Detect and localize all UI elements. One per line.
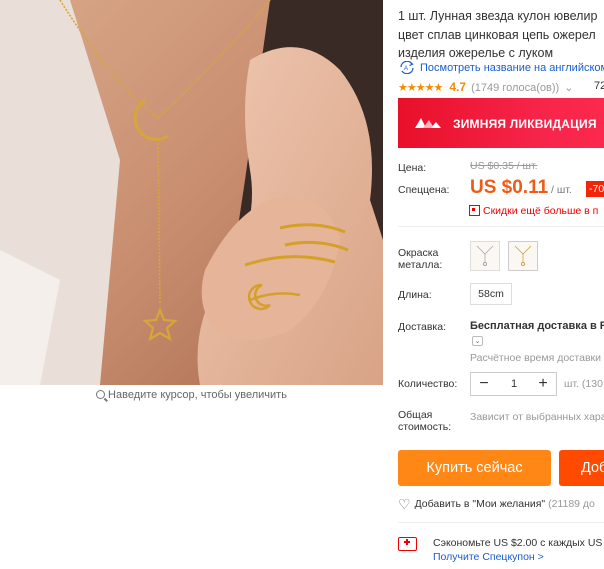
magnifier-icon <box>96 390 106 399</box>
rating-score: 4.7 <box>449 80 467 94</box>
quantity-decrease-button[interactable]: − <box>473 373 495 395</box>
product-image[interactable] <box>0 0 383 385</box>
chevron-down-icon[interactable]: ⌄ <box>472 336 483 346</box>
shipping-method[interactable]: Бесплатная доставка в Ru <box>470 320 604 332</box>
necklace-silver-icon <box>476 245 494 266</box>
discount-badge: -70% <box>586 181 604 197</box>
promo-banner: ЗИМНЯЯ ЛИКВИДАЦИЯ <box>398 98 604 148</box>
savings-text: Сэкономьте US $2.00 с каждых US $ <box>433 537 604 549</box>
add-to-cart-button[interactable]: Доб <box>559 450 604 486</box>
price-label: Цена: <box>398 162 427 174</box>
sale-logo-icon <box>415 118 441 128</box>
delivery-time: Расчётное время доставки <box>470 352 602 364</box>
quantity-increase-button[interactable]: + <box>532 373 554 395</box>
price-unit: / шт. <box>551 184 572 196</box>
savings-box: Сэкономьте US $2.00 с каждых US $ Получи… <box>398 522 604 569</box>
banner-text: ЗИМНЯЯ ЛИКВИДАЦИЯ <box>453 117 597 131</box>
orders-count: 72 <box>594 80 604 92</box>
title-line: изделия ожерелье с луком <box>398 46 554 60</box>
length-label: Длина: <box>398 289 432 301</box>
buy-now-button[interactable]: Купить сейчас <box>398 450 551 486</box>
color-swatch-gold[interactable] <box>508 241 538 271</box>
total-label: Общая стоимость: <box>398 409 452 433</box>
sale-price: US $0.11 <box>470 177 549 198</box>
rating-votes[interactable]: (1749 голоса(ов)) <box>471 82 559 94</box>
quantity-available: шт. (130 <box>564 378 603 390</box>
qr-code-icon <box>469 205 480 216</box>
color-label: Окраска металла: <box>398 247 443 271</box>
translate-icon: A <box>400 61 414 74</box>
svg-text:A: A <box>404 66 408 72</box>
zoom-hint: Наведите курсор, чтобы увеличить <box>0 389 383 401</box>
total-value: Зависит от выбранных хара <box>470 411 604 423</box>
necklace-gold-icon <box>514 245 532 266</box>
quantity-stepper: − 1 + <box>470 372 557 396</box>
chevron-down-icon[interactable]: ⌄ <box>564 82 573 94</box>
wishlist-link[interactable]: ♡ Добавить в "Мои желания" (21189 до <box>398 496 595 513</box>
color-swatch-silver[interactable] <box>470 241 500 271</box>
get-coupon-link[interactable]: Получите Спецкупон > <box>433 551 544 563</box>
translate-link[interactable]: A Посмотреть название на английском <box>398 61 604 74</box>
quantity-label: Количество: <box>398 378 458 390</box>
length-option[interactable]: 58cm <box>470 283 512 305</box>
necklace-photo <box>0 0 383 385</box>
title-line: цвет сплав цинковая цепь ожерел <box>398 27 596 42</box>
quantity-input[interactable]: 1 <box>497 373 531 395</box>
title-line: 1 шт. Лунная звезда кулон ювелир <box>398 9 598 23</box>
special-price-label: Спеццена: <box>398 184 450 196</box>
star-rating-icon: ★★★★★ <box>398 82 443 94</box>
original-price: US $0.35 / шт. <box>470 160 538 172</box>
wishlist-count: (21189 до <box>548 498 595 510</box>
divider <box>398 226 604 227</box>
rating-row: ★★★★★ 4.7 (1749 голоса(ов)) ⌄ 72 <box>398 80 604 94</box>
coupon-link[interactable]: Скидки ещё больше в п <box>469 205 598 217</box>
coupon-icon <box>398 537 417 551</box>
product-info-panel: 1 шт. Лунная звезда кулон ювелир цвет сп… <box>398 0 604 569</box>
product-title: 1 шт. Лунная звезда кулон ювелир цвет сп… <box>398 7 604 63</box>
shipping-label: Доставка: <box>398 321 447 333</box>
heart-icon: ♡ <box>398 496 411 512</box>
